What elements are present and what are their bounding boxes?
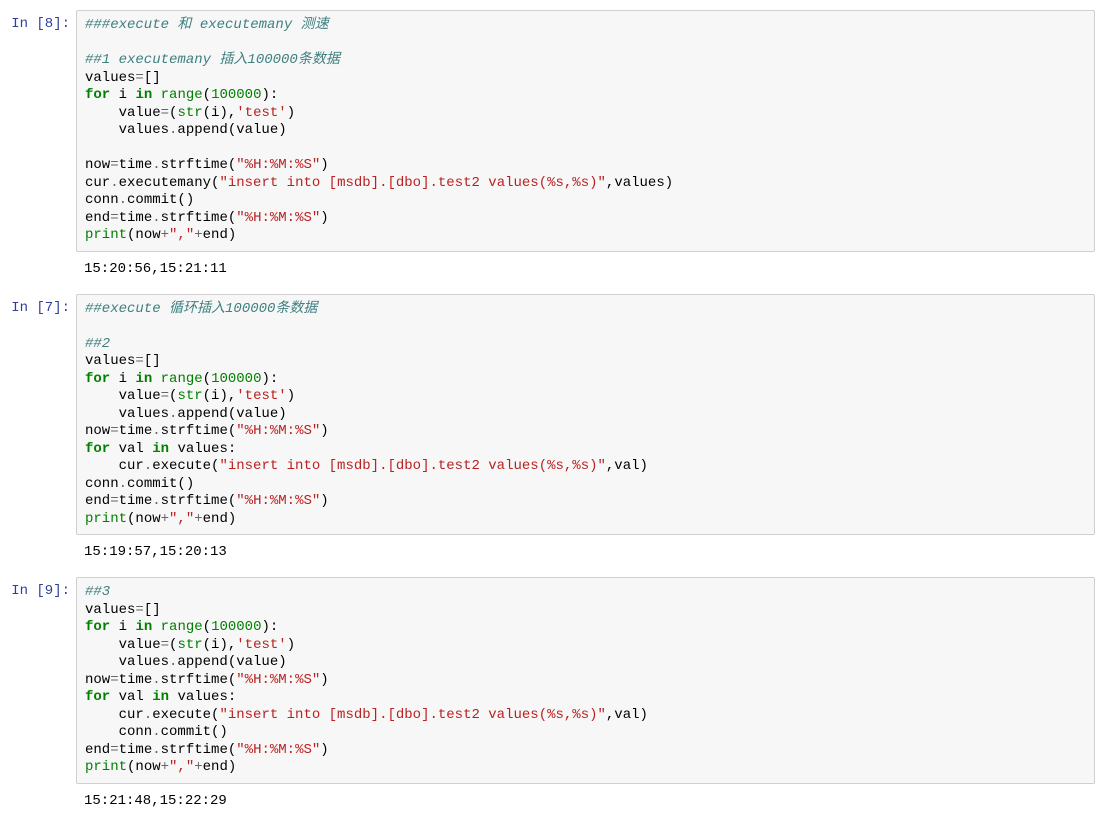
code-input[interactable]: ###execute 和 executemany 测速 ##1 executem… [76, 10, 1095, 252]
output-text: 15:20:56,15:21:11 [76, 260, 1095, 278]
output-cell: 15:21:48,15:22:29 [0, 786, 1100, 824]
input-prompt: In [7]: [0, 294, 76, 316]
code-input[interactable]: ##3 values=[] for i in range(100000): va… [76, 577, 1095, 784]
code-cell[interactable]: In [9]: ##3 values=[] for i in range(1000… [0, 575, 1100, 786]
output-prompt [0, 792, 76, 814]
code-cell[interactable]: In [7]: ##execute 循环插入100000条数据 ##2 value… [0, 292, 1100, 538]
output-text: 15:21:48,15:22:29 [76, 792, 1095, 810]
input-prompt-label: In [8]: [11, 16, 70, 32]
output-cell: 15:20:56,15:21:11 [0, 254, 1100, 292]
code-cell[interactable]: In [8]: ###execute 和 executemany 测速 ##1 e… [0, 8, 1100, 254]
input-prompt: In [9]: [0, 577, 76, 599]
output-cell: 15:19:57,15:20:13 [0, 537, 1100, 575]
output-prompt [0, 543, 76, 565]
output-text: 15:19:57,15:20:13 [76, 543, 1095, 561]
output-prompt [0, 260, 76, 282]
input-prompt-label: In [9]: [11, 583, 70, 599]
input-prompt-label: In [7]: [11, 300, 70, 316]
input-prompt: In [8]: [0, 10, 76, 32]
notebook: In [8]: ###execute 和 executemany 测速 ##1 e… [0, 8, 1100, 824]
code-input[interactable]: ##execute 循环插入100000条数据 ##2 values=[] fo… [76, 294, 1095, 536]
